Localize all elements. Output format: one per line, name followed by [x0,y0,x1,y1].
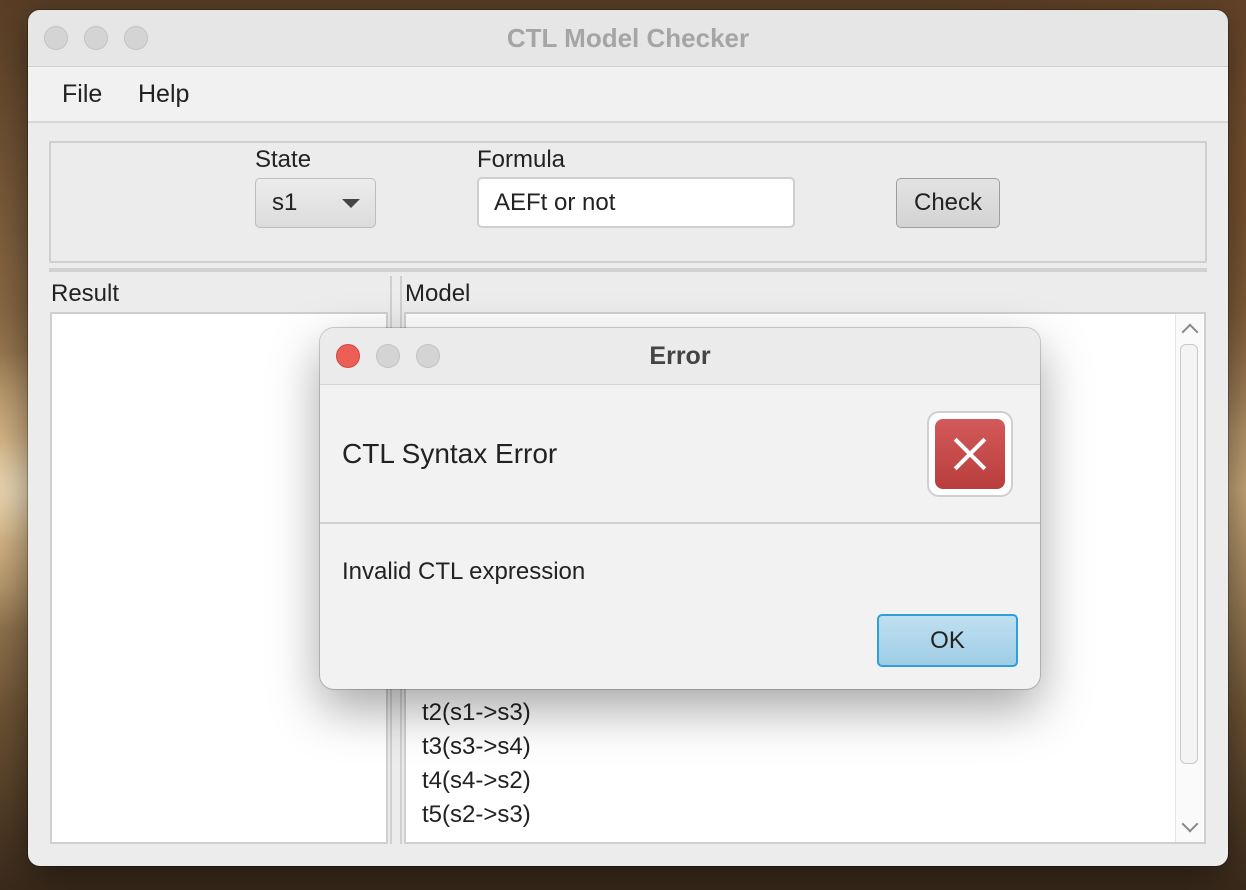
model-text-list: t2(s1->s3) t3(s3->s4) t4(s4->s2) t5(s2->… [422,696,531,832]
menu-help[interactable]: Help [138,67,189,121]
scroll-down-arrow-icon[interactable] [1181,815,1199,833]
model-label: Model [405,280,471,307]
model-line: t3(s3->s4) [422,733,531,760]
state-select[interactable]: s1 [255,178,376,228]
scroll-thumb[interactable] [1180,344,1198,764]
model-line: t5(s2->s3) [422,801,531,828]
panel-separator [49,268,1207,272]
window-title: CTL Model Checker [506,23,750,53]
model-line: t4(s4->s2) [422,767,531,794]
scroll-up-arrow-icon[interactable] [1181,323,1199,341]
error-x-icon [935,419,1005,489]
dialog-titlebar: Error [320,328,1040,385]
model-scrollbar[interactable] [1175,314,1204,842]
result-label: Result [51,280,120,307]
dialog-heading: CTL Syntax Error [342,438,558,469]
menu-file[interactable]: File [62,67,102,121]
model-line: t2(s1->s3) [422,699,531,726]
ok-button[interactable]: OK [877,614,1018,667]
error-dialog: Error CTL Syntax Error Invalid CTL expre… [320,328,1040,689]
dialog-message: Invalid CTL expression [342,558,586,585]
state-label: State [255,146,312,173]
formula-label: Formula [477,146,566,173]
formula-input[interactable] [477,177,795,228]
error-icon-frame [927,411,1013,497]
check-button[interactable]: Check [896,178,1000,228]
chevron-down-icon [342,199,360,208]
state-select-value: s1 [272,189,298,216]
window-titlebar: CTL Model Checker [28,10,1228,67]
menu-bar: File Help [28,67,1228,123]
dialog-title: Error [649,342,711,370]
dialog-header: CTL Syntax Error [320,385,1040,524]
